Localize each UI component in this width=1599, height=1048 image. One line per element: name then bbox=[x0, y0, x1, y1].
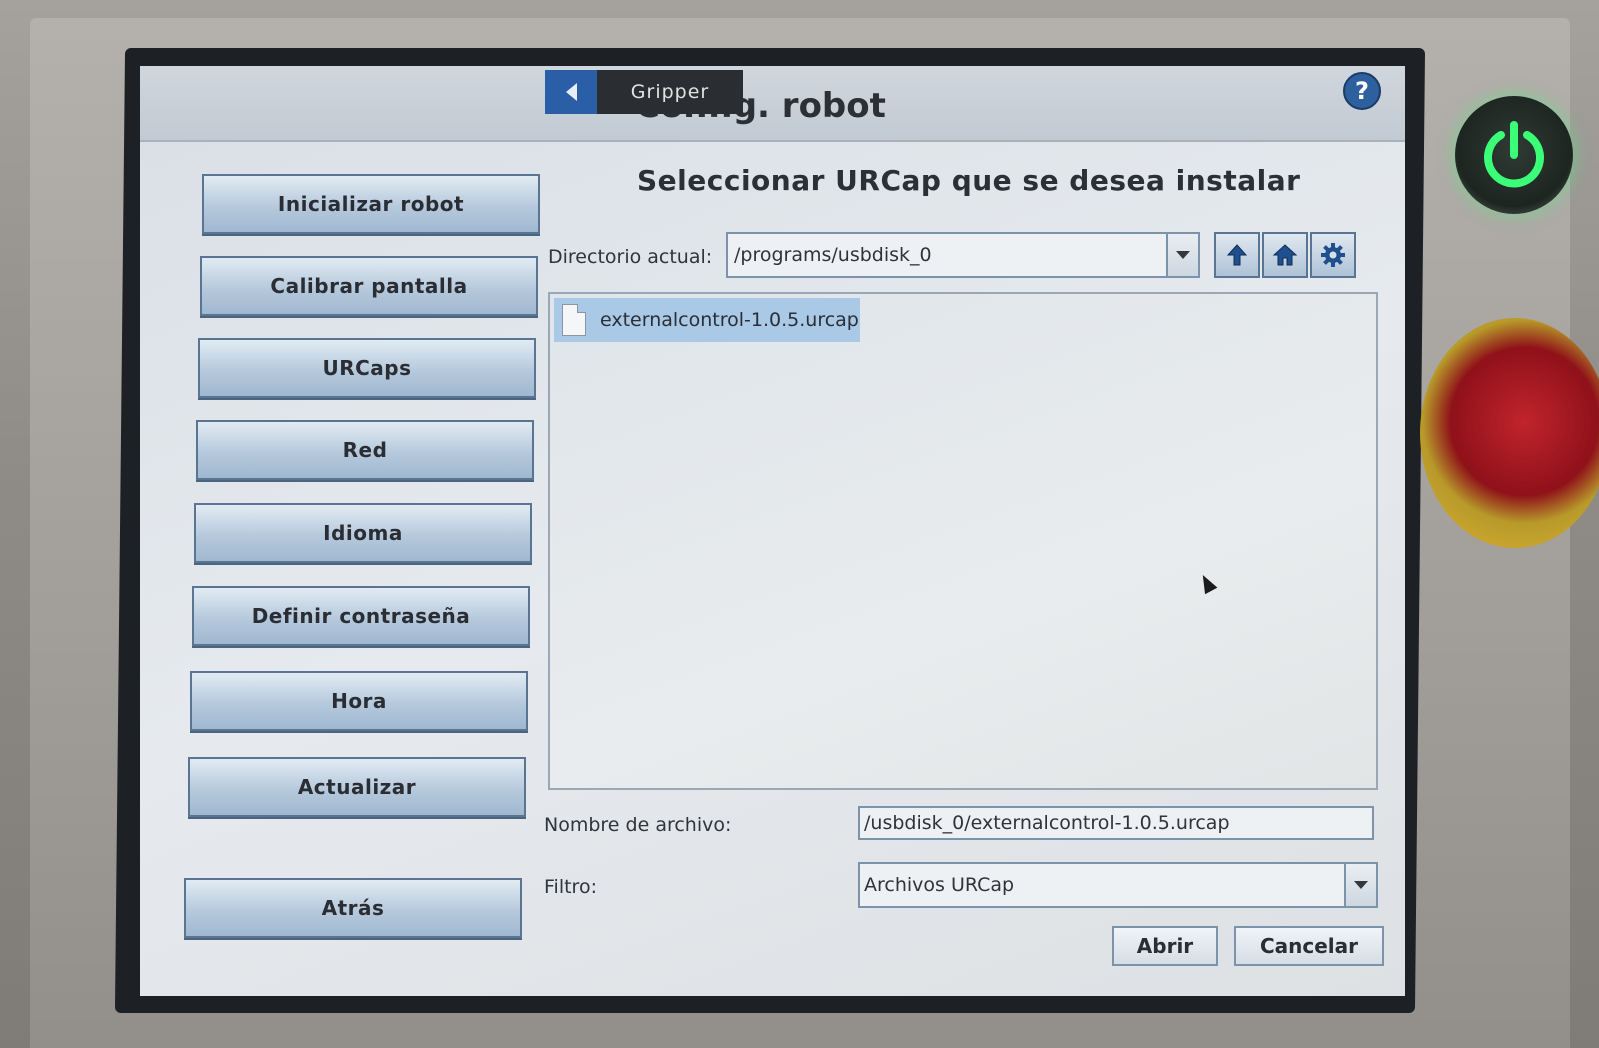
filter-value: Archivos URCap bbox=[864, 874, 1015, 896]
menu-button-network[interactable]: Red bbox=[196, 420, 534, 480]
gear-icon bbox=[1321, 243, 1345, 267]
filter-label: Filtro: bbox=[544, 876, 597, 898]
cancel-button[interactable]: Cancelar bbox=[1234, 926, 1384, 966]
menu-button-time[interactable]: Hora bbox=[190, 671, 528, 731]
menu-button-initialize[interactable]: Inicializar robot bbox=[202, 174, 540, 234]
filename-label: Nombre de archivo: bbox=[544, 814, 732, 836]
directory-label: Directorio actual: bbox=[548, 246, 713, 268]
gripper-tab[interactable]: Gripper bbox=[597, 70, 743, 114]
help-icon[interactable]: ? bbox=[1343, 72, 1381, 110]
chevron-down-icon bbox=[1354, 881, 1368, 889]
up-arrow-icon bbox=[1226, 244, 1248, 266]
back-button[interactable]: Atrás bbox=[184, 878, 522, 938]
mouse-cursor-icon bbox=[1196, 571, 1218, 595]
file-name: externalcontrol-1.0.5.urcap bbox=[600, 309, 859, 331]
teach-pendant-screen: Config. robot Gripper ? Inicializar robo… bbox=[140, 66, 1405, 996]
filename-field[interactable]: /usbdisk_0/externalcontrol-1.0.5.urcap bbox=[858, 806, 1374, 840]
emergency-stop-button[interactable] bbox=[1420, 318, 1599, 548]
file-icon bbox=[562, 304, 586, 336]
header-bar: Config. robot Gripper ? bbox=[140, 66, 1405, 142]
file-list[interactable]: externalcontrol-1.0.5.urcap bbox=[548, 292, 1378, 790]
menu-button-update[interactable]: Actualizar bbox=[188, 757, 526, 817]
power-icon bbox=[1484, 121, 1544, 188]
settings-button[interactable] bbox=[1310, 232, 1356, 278]
menu-button-urcaps[interactable]: URCaps bbox=[198, 338, 536, 398]
dialog-title: Seleccionar URCap que se desea instalar bbox=[637, 164, 1301, 197]
chevron-down-icon bbox=[1176, 251, 1190, 259]
home-directory-button[interactable] bbox=[1262, 232, 1308, 278]
parent-directory-button[interactable] bbox=[1214, 232, 1260, 278]
file-list-item[interactable]: externalcontrol-1.0.5.urcap bbox=[554, 298, 860, 342]
power-button[interactable] bbox=[1455, 96, 1573, 214]
menu-button-language[interactable]: Idioma bbox=[194, 503, 532, 563]
filter-dropdown-toggle[interactable] bbox=[1344, 864, 1376, 906]
menu-button-set-password[interactable]: Definir contraseña bbox=[192, 586, 530, 646]
back-arrow-icon bbox=[565, 83, 577, 101]
open-button[interactable]: Abrir bbox=[1112, 926, 1218, 966]
directory-dropdown[interactable]: /programs/usbdisk_0 bbox=[726, 232, 1200, 278]
back-tab-button[interactable] bbox=[545, 70, 597, 114]
menu-button-calibrate-screen[interactable]: Calibrar pantalla bbox=[200, 256, 538, 316]
filter-dropdown[interactable]: Archivos URCap bbox=[858, 862, 1378, 908]
home-icon bbox=[1272, 244, 1298, 266]
directory-dropdown-toggle[interactable] bbox=[1166, 234, 1198, 276]
directory-value: /programs/usbdisk_0 bbox=[734, 244, 932, 266]
